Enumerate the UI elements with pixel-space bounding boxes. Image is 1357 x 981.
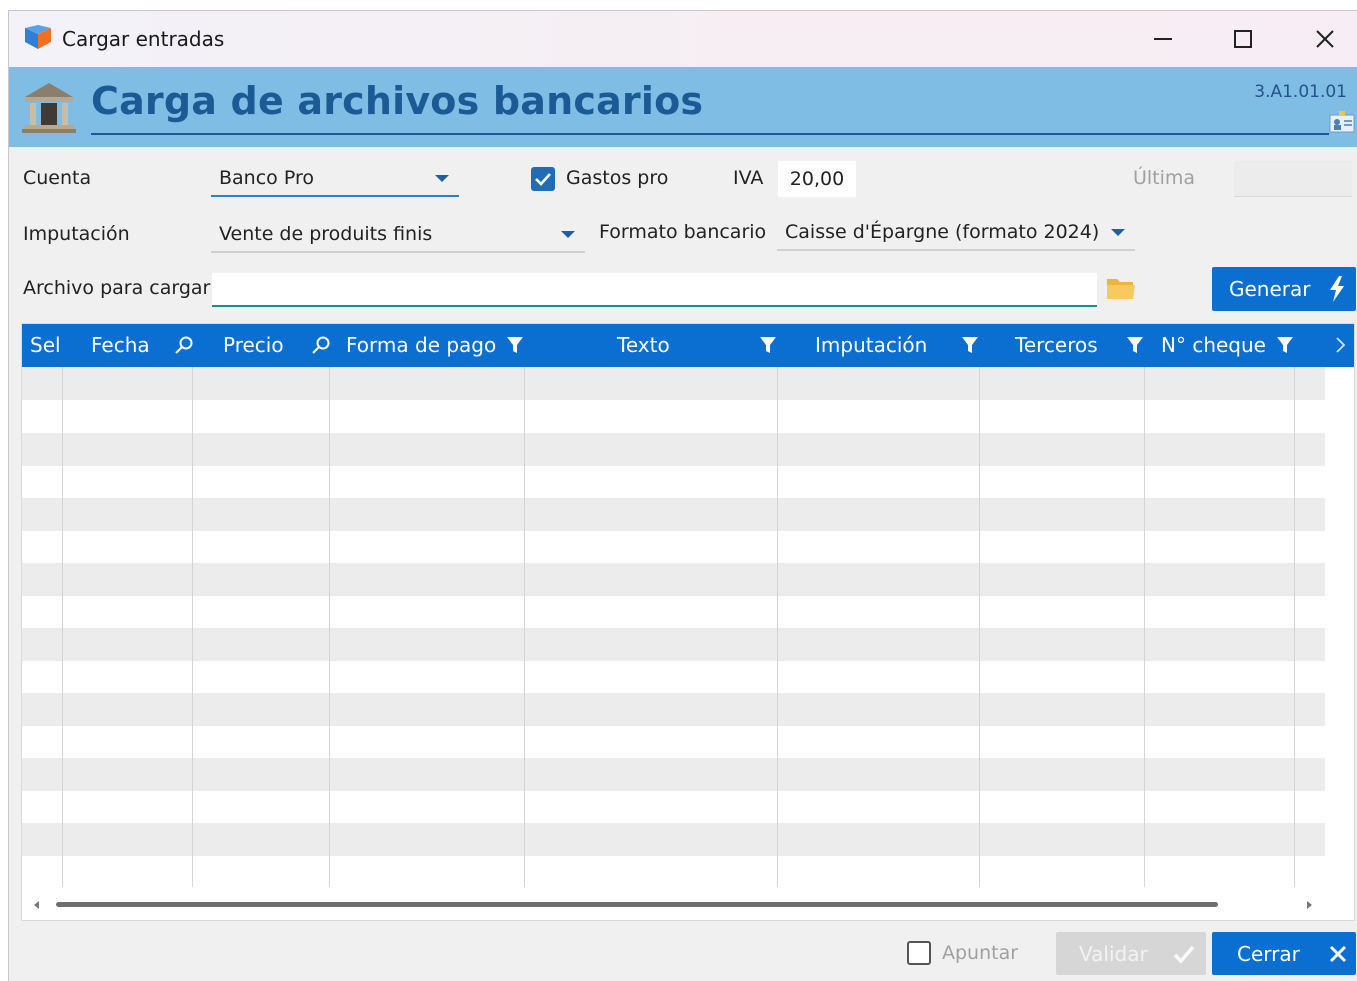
minimize-icon xyxy=(1154,38,1172,40)
dialog-window: Cargar entradas Carga de archivos bancar… xyxy=(8,10,1357,981)
chevron-down-icon xyxy=(435,175,449,182)
minimize-button[interactable] xyxy=(1145,23,1181,55)
table-row[interactable] xyxy=(22,367,1325,400)
column-header-sel[interactable]: Sel xyxy=(30,333,61,357)
formato-bancario-value: Caisse d'Épargne (formato 2024) xyxy=(785,221,1100,243)
page-header: Carga de archivos bancarios 3.A1.01.01 xyxy=(9,67,1357,147)
chevron-down-icon xyxy=(1111,229,1125,236)
validar-label: Validar xyxy=(1079,941,1148,966)
maximize-icon xyxy=(1234,30,1252,48)
column-header-precio[interactable]: Precio xyxy=(223,333,284,357)
iva-label: IVA xyxy=(733,167,764,189)
table-row[interactable] xyxy=(22,855,1325,887)
iva-input[interactable]: 20,00 xyxy=(778,161,856,197)
table-row[interactable] xyxy=(22,790,1325,823)
table-row[interactable] xyxy=(22,693,1325,726)
search-icon[interactable] xyxy=(174,335,194,355)
filter-icon[interactable] xyxy=(1275,335,1295,355)
ultima-label: Última xyxy=(1133,167,1196,189)
column-header-fecha[interactable]: Fecha xyxy=(91,333,150,357)
app-logo-icon xyxy=(25,25,51,49)
imputacion-select[interactable]: Vente de produits finis xyxy=(211,217,585,253)
formato-bancario-label: Formato bancario xyxy=(599,221,767,243)
column-divider xyxy=(979,367,980,887)
entries-grid[interactable]: Sel Fecha Precio Forma de pago Texto Imp… xyxy=(21,323,1355,921)
close-window-button[interactable] xyxy=(1307,23,1343,55)
formato-bancario-select[interactable]: Caisse d'Épargne (formato 2024) xyxy=(777,215,1135,251)
imputacion-label: Imputación xyxy=(23,223,130,245)
grid-body xyxy=(22,367,1325,887)
column-divider xyxy=(1144,367,1145,887)
column-divider xyxy=(62,367,63,887)
generar-label: Generar xyxy=(1229,277,1311,301)
close-icon xyxy=(1329,945,1346,962)
generar-button[interactable]: Generar xyxy=(1212,267,1356,311)
column-divider xyxy=(329,367,330,887)
filter-icon[interactable] xyxy=(758,335,778,355)
table-row[interactable] xyxy=(22,725,1325,758)
chevron-down-icon xyxy=(561,231,575,238)
maximize-button[interactable] xyxy=(1225,23,1261,55)
table-row[interactable] xyxy=(22,433,1325,466)
bank-icon xyxy=(22,83,76,133)
cuenta-value: Banco Pro xyxy=(219,167,314,189)
apuntar-checkbox[interactable] xyxy=(907,941,931,965)
folder-open-icon[interactable] xyxy=(1105,273,1137,303)
title-bar: Cargar entradas xyxy=(9,11,1357,67)
title-underline xyxy=(91,133,1329,135)
version-label: 3.A1.01.01 xyxy=(1254,82,1347,102)
table-row[interactable] xyxy=(22,465,1325,498)
apuntar-label: Apuntar xyxy=(942,942,1019,964)
scrollbar-thumb[interactable] xyxy=(56,902,1218,907)
column-divider xyxy=(524,367,525,887)
table-row[interactable] xyxy=(22,595,1325,628)
gastos-pro-checkbox[interactable] xyxy=(531,167,555,191)
ultima-input xyxy=(1234,161,1352,197)
page-title: Carga de archivos bancarios xyxy=(91,79,704,123)
chevron-right-icon[interactable] xyxy=(1330,335,1350,355)
cerrar-button[interactable]: Cerrar xyxy=(1212,932,1356,975)
grid-header: Sel Fecha Precio Forma de pago Texto Imp… xyxy=(22,324,1354,367)
checkmark-icon xyxy=(1173,945,1195,964)
gastos-pro-label: Gastos pro xyxy=(566,167,669,189)
filter-icon[interactable] xyxy=(505,335,525,355)
search-icon[interactable] xyxy=(311,335,331,355)
column-header-n-cheque[interactable]: N° cheque xyxy=(1161,333,1266,357)
column-header-terceros[interactable]: Terceros xyxy=(1015,333,1098,357)
column-header-imputacion[interactable]: Imputación xyxy=(815,333,927,357)
close-icon xyxy=(1316,30,1334,48)
table-row[interactable] xyxy=(22,563,1325,596)
lightning-icon xyxy=(1330,276,1345,302)
id-card-icon[interactable] xyxy=(1329,111,1355,133)
table-row[interactable] xyxy=(22,823,1325,856)
column-divider xyxy=(192,367,193,887)
cuenta-label: Cuenta xyxy=(23,167,92,189)
table-row[interactable] xyxy=(22,400,1325,433)
table-row[interactable] xyxy=(22,498,1325,531)
column-divider xyxy=(777,367,778,887)
table-row[interactable] xyxy=(22,758,1325,791)
archivo-label: Archivo para cargar xyxy=(23,277,211,299)
scroll-left-icon[interactable] xyxy=(30,898,42,912)
horizontal-scrollbar[interactable] xyxy=(22,890,1354,920)
scroll-right-icon[interactable] xyxy=(1304,898,1316,912)
cuenta-select[interactable]: Banco Pro xyxy=(211,161,459,197)
cerrar-label: Cerrar xyxy=(1237,941,1300,966)
table-row[interactable] xyxy=(22,660,1325,693)
filter-icon[interactable] xyxy=(1125,335,1145,355)
window-title: Cargar entradas xyxy=(62,27,225,51)
column-header-texto[interactable]: Texto xyxy=(617,333,670,357)
validar-button[interactable]: Validar xyxy=(1056,932,1206,975)
filter-icon[interactable] xyxy=(960,335,980,355)
archivo-input[interactable] xyxy=(212,273,1097,307)
column-header-forma-de-pago[interactable]: Forma de pago xyxy=(346,333,496,357)
imputacion-value: Vente de produits finis xyxy=(219,223,433,245)
checkmark-icon xyxy=(535,173,551,186)
column-divider xyxy=(1294,367,1295,887)
table-row[interactable] xyxy=(22,628,1325,661)
table-row[interactable] xyxy=(22,530,1325,563)
